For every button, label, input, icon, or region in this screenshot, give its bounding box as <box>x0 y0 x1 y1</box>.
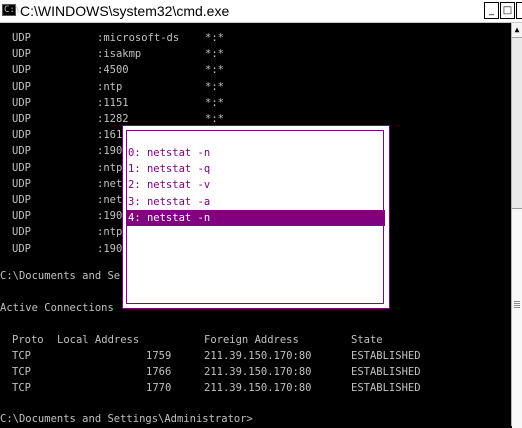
grip-icon <box>514 301 520 309</box>
protocol-cell: UDP <box>12 194 31 206</box>
protocol-cell: TCP <box>12 382 31 394</box>
protocol-cell: UDP <box>12 129 31 142</box>
local-address-cell: 1770 <box>146 382 172 394</box>
title-bar: C:\ C:\WINDOWS\system32\cmd.exe _ □ <box>0 0 522 23</box>
local-address-cell: :4500 <box>97 64 129 77</box>
section-heading: Active Connections <box>0 302 114 314</box>
local-address-cell: :ntp <box>97 226 123 239</box>
history-item[interactable]: 0: netstat -n <box>127 145 385 161</box>
foreign-address-cell: 211.39.150.170:80 <box>204 350 312 362</box>
protocol-cell: UDP <box>12 242 31 255</box>
state-header: State <box>351 334 383 346</box>
local-address-cell: 1766 <box>146 366 172 378</box>
history-item[interactable]: 1: netstat -q <box>127 161 385 177</box>
local-address-cell: :161 <box>97 129 123 142</box>
protocol-cell: TCP <box>12 350 31 362</box>
close-button[interactable] <box>516 2 522 19</box>
maximize-button[interactable]: □ <box>500 2 515 19</box>
state-cell: ESTABLISHED <box>351 366 421 378</box>
protocol-cell: TCP <box>12 366 31 378</box>
cmd-icon: C:\ <box>2 4 20 16</box>
foreign-address-cell: *:* <box>205 64 224 77</box>
history-item[interactable]: 4: netstat -n <box>127 209 385 226</box>
local-address-cell: :ntp <box>97 161 123 174</box>
scroll-up-button[interactable]: ▲ <box>512 23 522 38</box>
local-address-cell: :ntp <box>97 80 123 93</box>
foreign-address-cell: *:* <box>205 96 224 109</box>
command-history-list: 0: netstat -n 1: netstat -q 2: netstat -v 3… <box>126 130 385 304</box>
state-cell: ESTABLISHED <box>351 350 421 362</box>
local-address-cell: :1151 <box>97 96 129 109</box>
protocol-cell: UDP <box>12 226 31 239</box>
local-address-cell: :190 <box>97 145 123 158</box>
window-title: C:\WINDOWS\system32\cmd.exe <box>20 3 230 19</box>
local-address-cell: 1759 <box>146 350 172 362</box>
protocol-cell: UDP <box>12 64 31 77</box>
prompt-text: C:\Documents and Se <box>0 270 121 282</box>
local-address-cell: :net <box>97 177 123 190</box>
prompt-text: C:\Documents and Settings\Administrator> <box>0 413 253 425</box>
protocol-cell: UDP <box>12 113 31 125</box>
vertical-scrollbar[interactable]: ▲ <box>511 23 522 428</box>
foreign-address-header: Foreign Address <box>204 334 299 346</box>
proto-header: Proto <box>12 334 44 346</box>
foreign-address-cell: 211.39.150.170:80 <box>204 366 312 378</box>
protocol-cell: UDP <box>12 210 31 223</box>
foreign-address-cell: 211.39.150.170:80 <box>204 382 312 394</box>
scroll-thumb[interactable] <box>512 208 522 428</box>
minimize-button[interactable]: _ <box>484 2 499 19</box>
protocol-cell: UDP <box>12 80 31 93</box>
protocol-cell: UDP <box>12 161 31 174</box>
local-address-cell: :microsoft-ds <box>97 32 180 44</box>
cmd-icon-glyph: C:\ <box>4 5 21 15</box>
protocol-cell: UDP <box>12 145 31 158</box>
local-address-cell: :190 <box>97 242 123 255</box>
local-address-cell: :net <box>97 194 123 206</box>
local-address-cell: :isakmp <box>97 48 142 61</box>
protocol-cell: UDP <box>12 96 31 109</box>
history-item[interactable]: 2: netstat -v <box>127 177 385 193</box>
foreign-address-cell: *:* <box>205 48 224 61</box>
protocol-cell: UDP <box>12 48 31 61</box>
local-address-header: Local Address <box>57 334 140 346</box>
local-address-cell: :190 <box>97 210 123 223</box>
protocol-cell: UDP <box>12 32 31 44</box>
foreign-address-cell: *:* <box>205 32 224 44</box>
foreign-address-cell: *:* <box>205 80 224 93</box>
command-history-popup: 0: netstat -n 1: netstat -q 2: netstat -v 3… <box>122 125 390 309</box>
protocol-cell: UDP <box>12 177 31 190</box>
history-item[interactable]: 3: netstat -a <box>127 194 385 210</box>
state-cell: ESTABLISHED <box>351 382 421 394</box>
